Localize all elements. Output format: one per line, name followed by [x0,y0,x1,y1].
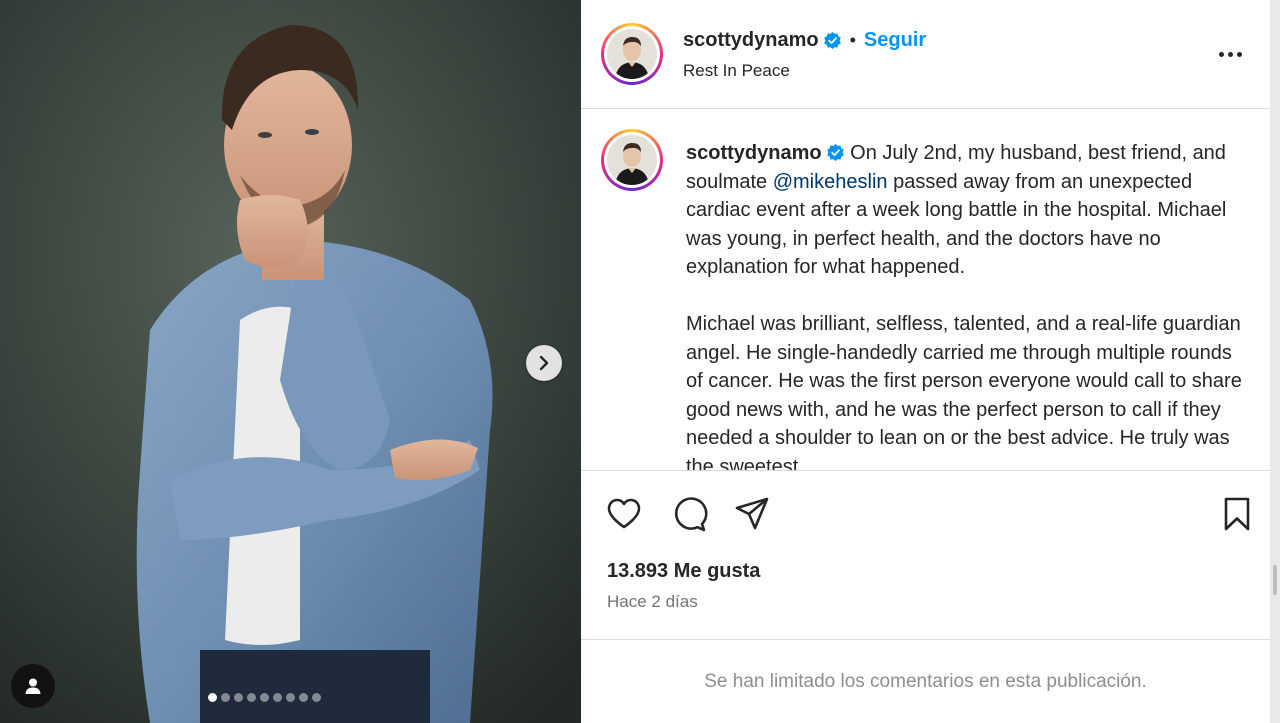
carousel-dot [260,693,269,702]
carousel-dot [312,693,321,702]
comments-limited-notice: Se han limitado los comentarios en esta … [581,641,1270,723]
scrollbar-thumb[interactable] [1273,565,1277,595]
comment-icon[interactable] [670,495,708,533]
post-header: scottydynamo • Seguir Rest In Peace [581,0,1270,109]
post-timestamp[interactable]: Hace 2 días [607,592,698,612]
more-options-icon [1219,51,1224,57]
more-options-button[interactable] [1219,46,1249,62]
like-icon[interactable] [605,495,643,533]
carousel-next-button[interactable] [526,345,562,381]
carousel-dot [247,693,256,702]
scrollbar[interactable] [1270,0,1280,723]
caption-mention-link[interactable]: @mikeheslin [773,171,888,193]
save-icon[interactable] [1218,495,1256,533]
post-media[interactable] [0,0,581,723]
carousel-dot [273,693,282,702]
caption-author-avatar[interactable] [601,129,663,191]
next-arrow-icon [539,355,549,371]
carousel-dot [221,693,230,702]
verified-badge-icon [826,143,844,162]
separator-dot: • [849,30,856,50]
caption-text: scottydynamo On July 2nd, my husband, be… [686,139,1246,470]
caption-paragraph: scottydynamo On July 2nd, my husband, be… [686,139,1246,282]
carousel-dot [286,693,295,702]
author-username[interactable]: scottydynamo [683,29,819,52]
caption-username[interactable]: scottydynamo [686,142,822,164]
avatar-image [607,135,657,185]
tagged-user-icon [25,678,41,694]
tagged-users-button[interactable] [11,664,55,708]
author-avatar[interactable] [601,23,663,85]
comments-limited-text: Se han limitado los comentarios en esta … [704,671,1147,692]
follow-button[interactable]: Seguir [864,29,926,52]
caption-scroll-area[interactable]: scottydynamo On July 2nd, my husband, be… [581,110,1270,470]
caption-paragraph: Michael was brilliant, selfless, talente… [686,312,1242,470]
post-location[interactable]: Rest In Peace [683,61,790,81]
post-actions-section: 13.893 Me gusta Hace 2 días [581,470,1270,640]
verified-badge-icon [823,31,841,50]
post-details-pane: scottydynamo • Seguir Rest In Peace scot… [581,0,1280,723]
carousel-dot [234,693,243,702]
carousel-dot [299,693,308,702]
avatar-image [607,29,657,79]
likes-count[interactable]: 13.893 Me gusta [607,560,760,583]
post-photo [0,0,581,723]
carousel-indicator [208,693,321,702]
carousel-dot [208,693,217,702]
share-icon[interactable] [733,495,771,533]
